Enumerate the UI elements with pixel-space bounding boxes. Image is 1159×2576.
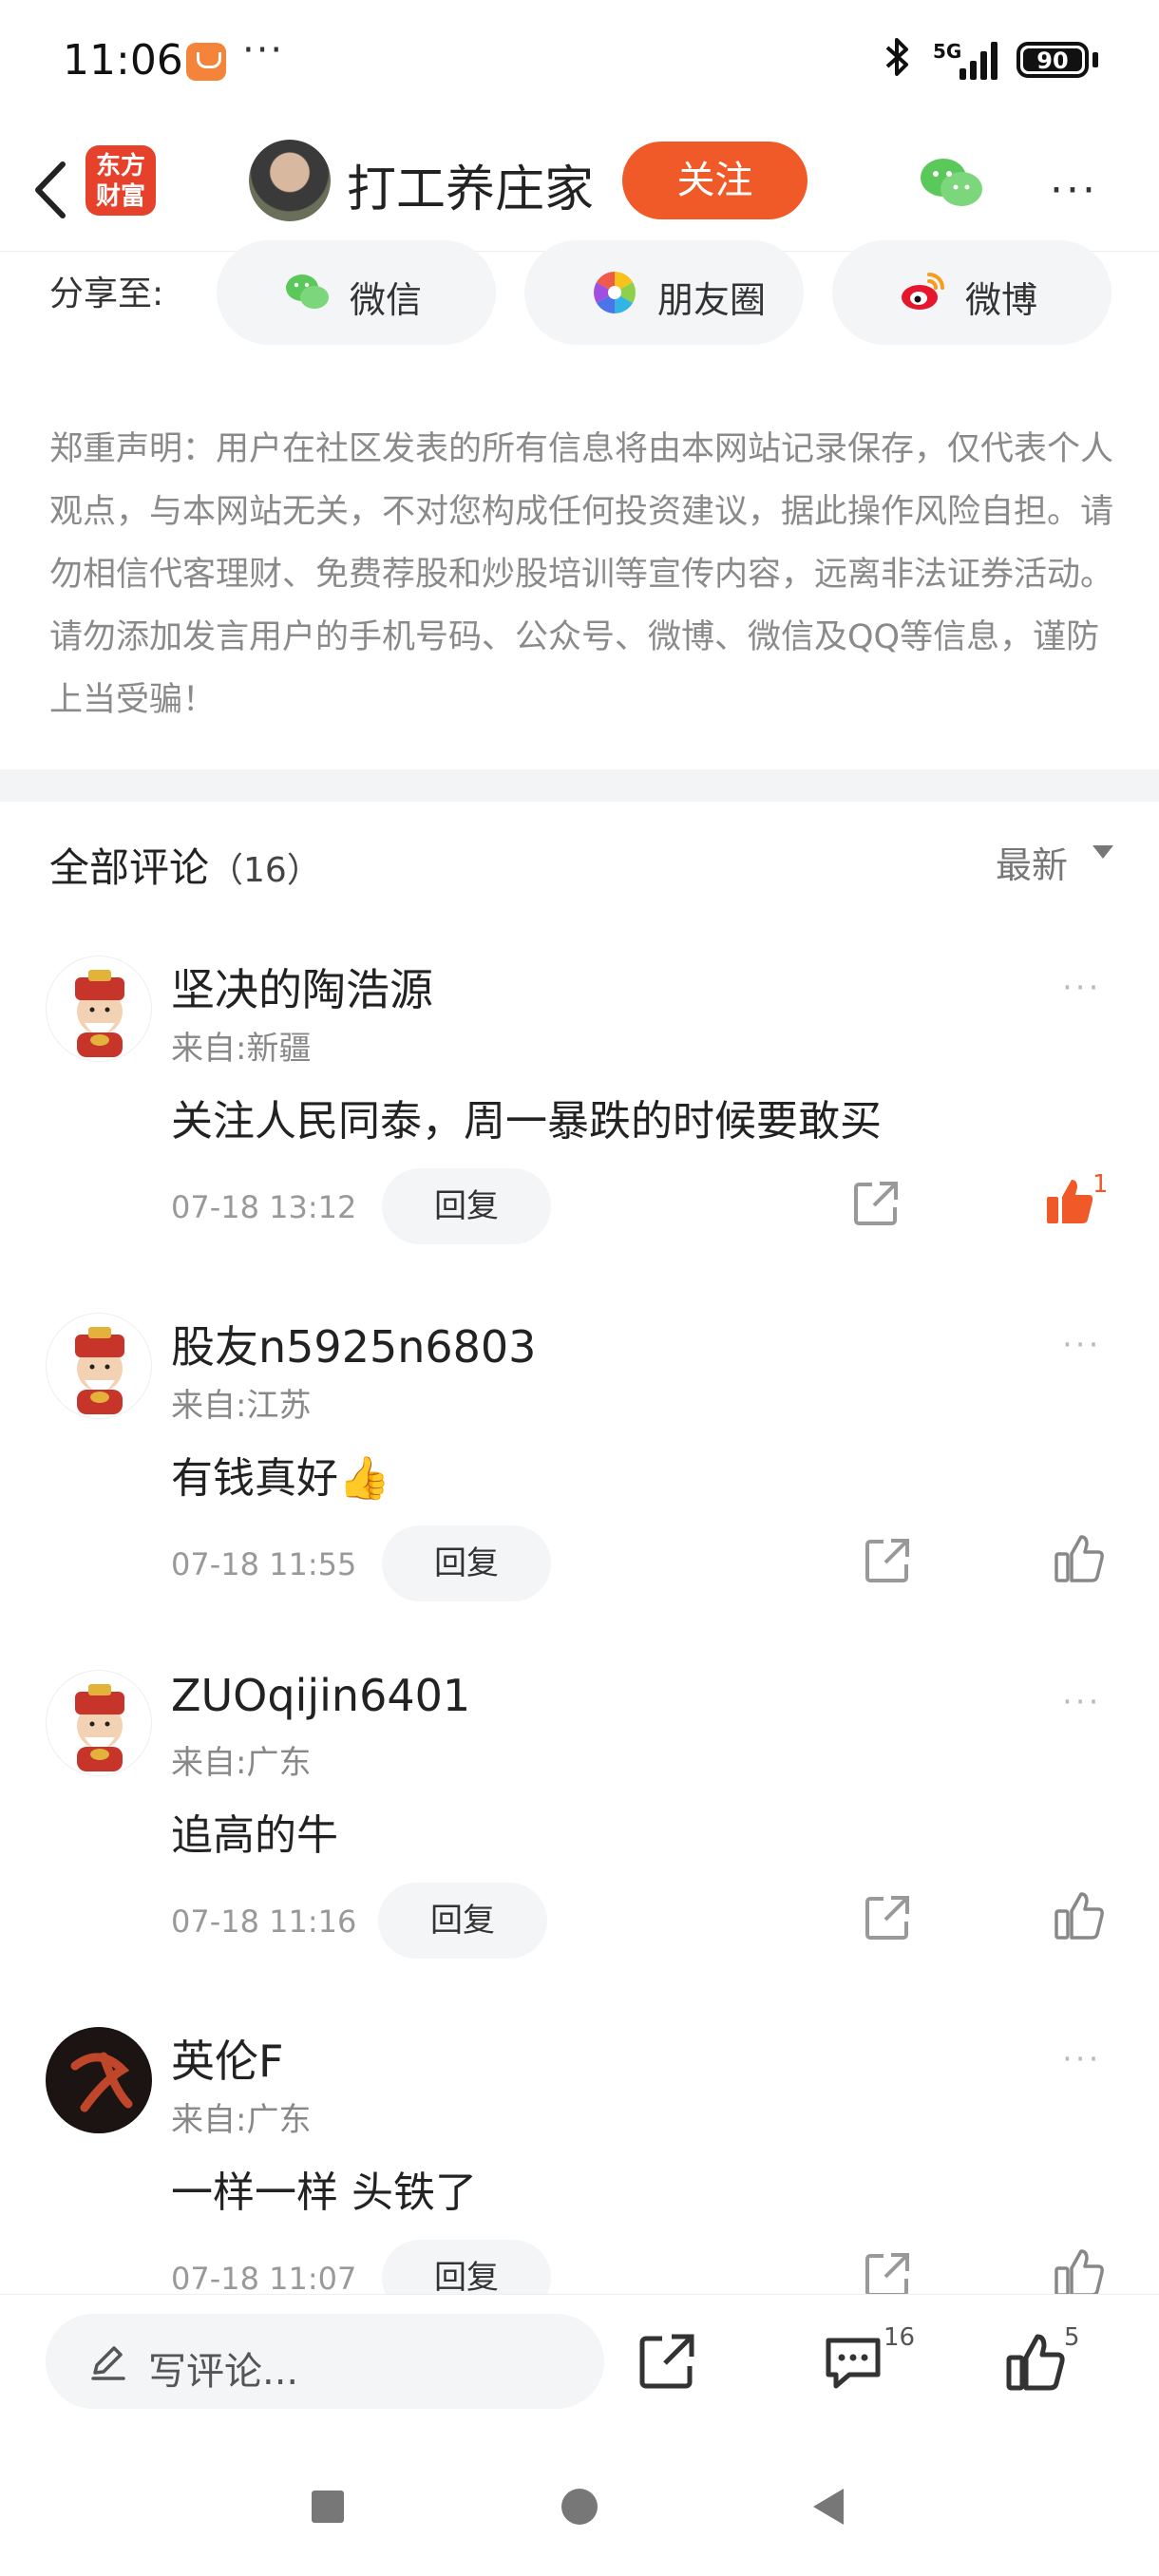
share-row: 分享至: 微信 朋友圈 微博	[0, 240, 1159, 347]
thumbs-up-icon[interactable]	[1053, 2245, 1106, 2294]
bluetooth-icon	[884, 36, 912, 87]
comment-more-icon[interactable]: ···	[1062, 1326, 1101, 1364]
share-item-label: 微信	[350, 279, 423, 321]
reply-button[interactable]: 回复	[382, 1525, 551, 1601]
comment-item: ZUOqijin6401 来自:广东 追高的牛 07-18 11:16 回复 ·…	[0, 1670, 1159, 2027]
share-icon[interactable]	[863, 1893, 912, 1942]
thumbs-up-filled-icon[interactable]	[1043, 1174, 1096, 1227]
comment-text[interactable]: 一样一样 头铁了	[171, 2158, 477, 2219]
dark-calligraphy-avatar[interactable]	[46, 2027, 152, 2133]
comment-count: 16	[884, 2323, 916, 2352]
weibo-icon	[899, 269, 946, 316]
home-icon[interactable]	[561, 2489, 598, 2525]
disclaimer-text: 郑重声明：用户在社区发表的所有信息将由本网站记录保存，仅代表个人观点，与本网站无…	[49, 430, 1114, 719]
battery-icon: 90	[1016, 42, 1089, 78]
status-time: 11:06	[63, 36, 183, 85]
comment-author[interactable]: 坚决的陶浩源	[171, 956, 433, 1018]
comment-text[interactable]: 追高的牛	[171, 1801, 338, 1862]
follow-button[interactable]: 关注	[622, 142, 808, 219]
comment-author[interactable]: ZUOqijin6401	[171, 1670, 470, 1721]
fortune-god-avatar[interactable]	[46, 956, 152, 1062]
recents-icon[interactable]	[312, 2491, 344, 2523]
share-item-label: 朋友圈	[657, 279, 767, 321]
reply-button[interactable]: 回复	[382, 2240, 551, 2294]
caret-down-icon[interactable]	[1092, 845, 1113, 859]
comment-item: 坚决的陶浩源 来自:新疆 关注人民同泰，周一暴跌的时候要敢买 07-18 13:…	[0, 956, 1159, 1313]
share-weibo-button[interactable]: 微博	[832, 240, 1112, 345]
more-options-icon[interactable]: ···	[1050, 166, 1098, 215]
comment-more-icon[interactable]: ···	[1062, 2040, 1101, 2078]
signal-icon	[960, 42, 999, 80]
author-avatar[interactable]	[249, 140, 331, 221]
share-icon[interactable]	[636, 2331, 697, 2392]
comment-location: 来自:广东	[171, 1744, 312, 1782]
reply-button[interactable]: 回复	[378, 1883, 547, 1959]
shopping-app-icon	[186, 43, 226, 81]
comments-title: 全部评论（16）	[49, 836, 321, 894]
comment-time: 07-18 11:16	[171, 1904, 357, 1940]
top-header: 东方财富 打工养庄家 关注 ···	[0, 128, 1159, 252]
comments-count: （16）	[209, 851, 321, 890]
comment-more-icon[interactable]: ···	[1062, 1683, 1101, 1721]
share-item-label: 微博	[965, 279, 1038, 321]
system-nav-bar	[0, 2432, 1159, 2576]
comment-time: 07-18 11:07	[171, 2261, 357, 2294]
more-notifications-icon: ···	[242, 28, 285, 72]
moments-icon	[591, 269, 638, 316]
fortune-god-avatar[interactable]	[46, 1313, 152, 1419]
author-name[interactable]: 打工养庄家	[347, 149, 594, 220]
write-comment-input[interactable]: 写评论...	[46, 2314, 604, 2409]
share-icon[interactable]	[863, 1536, 912, 1585]
fortune-god-avatar[interactable]	[46, 1670, 152, 1776]
section-divider	[0, 769, 1159, 802]
nav-back-icon[interactable]	[813, 2489, 844, 2525]
reply-button[interactable]: 回复	[382, 1168, 551, 1244]
like-count: 1	[1092, 1170, 1109, 1199]
thumbs-up-icon[interactable]	[1053, 1531, 1106, 1584]
comment-bubble-icon[interactable]	[823, 2331, 884, 2392]
comment-location: 来自:广东	[171, 2101, 312, 2139]
like-count: 5	[1064, 2323, 1080, 2352]
pencil-icon	[87, 2340, 129, 2382]
share-icon[interactable]	[851, 1179, 901, 1228]
back-arrow-icon[interactable]	[27, 157, 74, 223]
share-moments-button[interactable]: 朋友圈	[524, 240, 804, 345]
comment-author[interactable]: 英伦F	[171, 2027, 283, 2090]
bottom-action-bar: 写评论... 16 5	[0, 2294, 1159, 2432]
wechat-icon[interactable]	[918, 155, 984, 210]
comment-item: 股友n5925n6803 来自:江苏 有钱真好👍 07-18 11:55 回复 …	[0, 1313, 1159, 1670]
share-icon[interactable]	[863, 2250, 912, 2294]
thumbs-up-icon[interactable]	[1053, 1888, 1106, 1941]
network-type: 5G	[933, 40, 962, 63]
comment-item: 英伦F 来自:广东 一样一样 头铁了 07-18 11:07 回复 ···	[0, 2027, 1159, 2294]
share-label: 分享至:	[49, 275, 164, 313]
thumbs-up-icon[interactable]	[1005, 2331, 1066, 2392]
sort-dropdown[interactable]: 最新	[996, 836, 1068, 888]
comment-author[interactable]: 股友n5925n6803	[171, 1313, 536, 1375]
comment-location: 来自:江苏	[171, 1387, 312, 1425]
comment-time: 07-18 13:12	[171, 1189, 357, 1225]
status-bar: 11:06 ··· 5G 90	[0, 0, 1159, 128]
battery-level: 90	[1036, 47, 1069, 74]
comment-text[interactable]: 有钱真好👍	[171, 1444, 390, 1505]
comment-time: 07-18 11:55	[171, 1546, 357, 1582]
comment-location: 来自:新疆	[171, 1030, 312, 1068]
share-wechat-button[interactable]: 微信	[217, 240, 496, 345]
write-comment-placeholder: 写评论...	[148, 2350, 299, 2394]
app-logo: 东方财富	[86, 145, 156, 216]
wechat-icon	[283, 269, 331, 316]
comment-text[interactable]: 关注人民同泰，周一暴跌的时候要敢买	[171, 1087, 882, 1147]
comment-more-icon[interactable]: ···	[1062, 969, 1101, 1007]
comments-title-label: 全部评论	[49, 844, 210, 891]
